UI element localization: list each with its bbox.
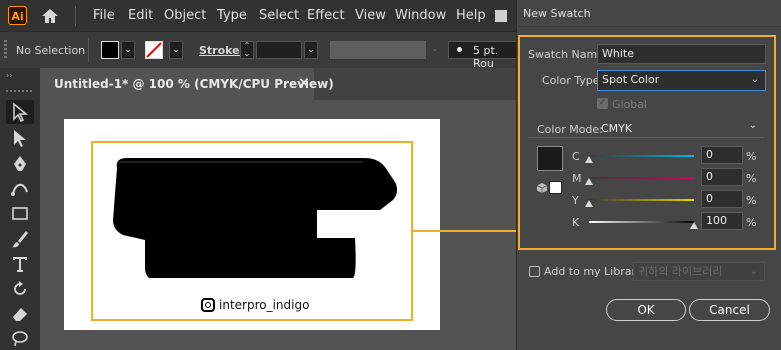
paintbrush-tool-icon[interactable] — [10, 229, 30, 249]
document-tab-bar: Untitled-1* @ 100 % (CMYK/CPU Preview) × — [40, 68, 516, 100]
brush-definition[interactable]: 5 pt. Rou — [448, 41, 516, 70]
eraser-tool-icon[interactable] — [10, 304, 30, 324]
rectangle-tool-icon[interactable] — [10, 204, 30, 224]
menu-file[interactable]: File — [93, 8, 115, 23]
menu-object[interactable]: Object — [164, 8, 206, 23]
color-mode-label: Color Mode: — [537, 123, 603, 136]
channel-y-slider[interactable] — [589, 199, 694, 201]
collapse-icon[interactable]: ›› — [6, 71, 12, 80]
global-label: Global — [612, 98, 648, 111]
menu-effect[interactable]: Effect — [307, 8, 344, 23]
channel-k-input[interactable]: 100 — [701, 212, 743, 230]
color-mode-value: CMYK — [601, 122, 633, 135]
channel-m-slider[interactable] — [589, 177, 694, 179]
channel-y-label: Y — [572, 194, 579, 207]
menu-select[interactable]: Select — [259, 8, 299, 23]
channel-k-slider[interactable] — [589, 221, 694, 223]
stroke-label: Stroke: — [199, 44, 245, 57]
profile-dropdown-icon[interactable]: ⌄ — [428, 41, 442, 59]
color-type-label: Color Type: — [542, 74, 604, 87]
channel-c-slider[interactable] — [589, 155, 694, 157]
swatch-name-input[interactable]: White — [597, 44, 766, 64]
stroke-dropdown[interactable]: ⌄ — [169, 41, 183, 59]
cancel-button[interactable]: Cancel — [689, 299, 770, 321]
channel-c-input[interactable]: 0 — [701, 146, 743, 164]
channel-m-input[interactable]: 0 — [701, 168, 743, 186]
channel-y-unit: % — [746, 194, 757, 207]
add-to-library-checkbox[interactable] — [529, 266, 540, 277]
fill-dropdown[interactable]: ⌄ — [121, 41, 135, 59]
document-tab[interactable]: Untitled-1* @ 100 % (CMYK/CPU Preview) × — [40, 68, 334, 100]
channel-c-label: C — [572, 150, 580, 163]
artwork-caption: interpro_indigo — [219, 298, 310, 312]
color-mode-select[interactable]: CMYK ⌄ — [597, 119, 763, 138]
tab-close-icon[interactable]: × — [298, 75, 310, 91]
grip-icon — [6, 90, 34, 92]
highlight-connector — [413, 230, 520, 232]
control-bar: No Selection ⌄ ⌄ Stroke: ⌃ ⌄ ⌄ ⌄ 5 pt. Ro… — [0, 31, 516, 70]
grip-icon — [4, 40, 7, 60]
out-of-gamut-cube-icon[interactable] — [537, 183, 547, 193]
menu-window[interactable]: Window — [395, 8, 446, 23]
dialog-title: New Swatch — [523, 7, 591, 20]
color-preview-swatch — [537, 146, 563, 171]
tools-panel: ›› — [0, 68, 40, 350]
pen-tool-icon[interactable] — [10, 154, 30, 174]
channel-y-input[interactable]: 0 — [701, 190, 743, 208]
ok-button[interactable]: OK — [606, 299, 686, 321]
brush-dot-icon — [457, 47, 462, 52]
web-safe-swatch[interactable] — [549, 181, 562, 194]
channel-k-slider-thumb[interactable] — [690, 222, 698, 229]
menu-edit[interactable]: Edit — [128, 8, 153, 23]
selection-status: No Selection — [16, 44, 86, 57]
home-icon[interactable] — [40, 7, 60, 25]
menu-view[interactable]: View — [355, 8, 386, 23]
stroke-weight-input[interactable] — [256, 41, 302, 59]
fill-swatch[interactable] — [101, 41, 119, 59]
curvature-tool-icon[interactable] — [10, 178, 30, 198]
library-value: 귀하의 라이브러리 — [638, 265, 723, 278]
menu-bar: Ai File Edit Object Type Select Effect V… — [0, 0, 516, 31]
chevron-down-icon: ⌄ — [750, 74, 759, 85]
workspace-icon[interactable] — [495, 10, 507, 22]
lasso-tool-icon[interactable] — [10, 328, 30, 348]
chevron-down-icon: ⌄ — [749, 266, 758, 277]
channel-m-unit: % — [746, 172, 757, 185]
add-to-library-label: Add to my Library — [544, 265, 643, 278]
channel-k-label: K — [572, 216, 580, 229]
instagram-icon — [201, 298, 215, 312]
variable-width-profile[interactable] — [330, 41, 426, 59]
channel-m-slider-thumb[interactable] — [585, 178, 593, 185]
swatch-name-label: Swatch Name: — [528, 48, 608, 61]
app-logo: Ai — [8, 6, 27, 25]
stroke-weight-dropdown[interactable]: ⌄ — [304, 41, 318, 59]
channel-m-label: M — [572, 172, 582, 185]
document-tab-title: Untitled-1* @ 100 % (CMYK/CPU Preview) — [54, 77, 334, 91]
stroke-stepper[interactable]: ⌃ ⌄ — [240, 41, 254, 59]
channel-c-unit: % — [746, 150, 757, 163]
type-tool-icon[interactable] — [10, 254, 30, 274]
menu-help[interactable]: Help — [456, 8, 486, 23]
selection-bounding-box[interactable] — [91, 141, 413, 321]
chevron-down-icon: ⌄ — [748, 120, 757, 131]
menu-type[interactable]: Type — [217, 8, 247, 23]
library-select[interactable]: 귀하의 라이브러리 ⌄ — [633, 262, 765, 281]
stroke-none-swatch[interactable] — [145, 41, 163, 59]
channel-y-slider-thumb[interactable] — [585, 200, 593, 207]
brush-label: 5 pt. Rou — [473, 44, 499, 70]
selection-tool-icon[interactable] — [10, 102, 30, 122]
color-type-select[interactable]: Spot Color ⌄ — [597, 70, 766, 91]
global-checkbox[interactable]: ✓ — [597, 98, 608, 109]
rotate-tool-icon[interactable] — [10, 279, 30, 299]
channel-k-unit: % — [746, 216, 757, 229]
color-type-value: Spot Color — [602, 73, 660, 86]
channel-c-slider-thumb[interactable] — [585, 156, 593, 163]
direct-selection-tool-icon[interactable] — [10, 128, 30, 148]
